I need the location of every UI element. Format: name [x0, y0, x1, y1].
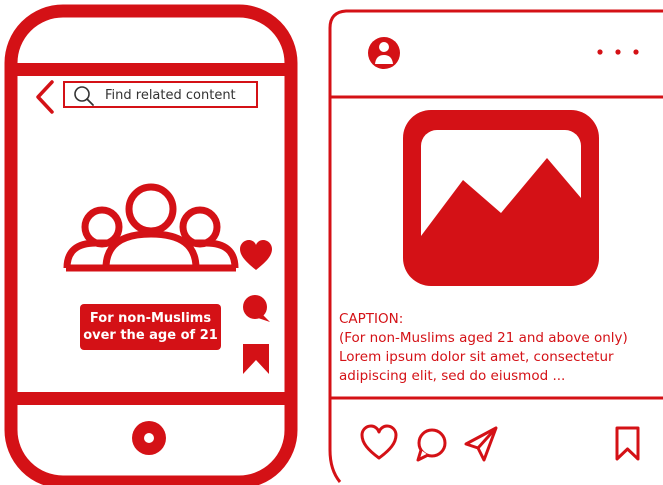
- home-button-icon[interactable]: [132, 421, 166, 455]
- search-placeholder: Find related content: [105, 88, 236, 103]
- badge-line-2: over the age of 21: [83, 328, 218, 343]
- caption-line-3: adipiscing elit, sed do eiusmod ...: [339, 368, 566, 384]
- post-caption: CAPTION: (For non-Muslims aged 21 and ab…: [339, 310, 659, 386]
- people-group-icon: [63, 183, 239, 272]
- bookmark-outline-icon[interactable]: [615, 426, 640, 461]
- like-outline-icon[interactable]: [360, 424, 398, 460]
- image-placeholder-icon: [403, 110, 599, 286]
- caption-line-2: Lorem ipsum dolor sit amet, consectetur: [339, 349, 614, 365]
- comment-icon[interactable]: [243, 295, 270, 322]
- search-icon: [74, 86, 94, 106]
- heart-icon[interactable]: [240, 240, 272, 270]
- more-dots-icon[interactable]: [597, 49, 639, 55]
- caption-title: CAPTION:: [339, 311, 404, 327]
- badge-line-1: For non-Muslims: [89, 311, 212, 326]
- bookmark-icon[interactable]: [243, 344, 269, 374]
- comment-outline-icon[interactable]: [416, 428, 447, 462]
- caption-line-1: (For non-Muslims aged 21 and above only): [339, 330, 628, 346]
- illustration-canvas: [4, 4, 663, 485]
- back-chevron-icon[interactable]: [36, 80, 54, 114]
- age-restriction-badge: For non-Muslims over the age of 21: [80, 304, 221, 350]
- send-icon[interactable]: [464, 426, 498, 462]
- user-avatar-icon[interactable]: [368, 37, 400, 69]
